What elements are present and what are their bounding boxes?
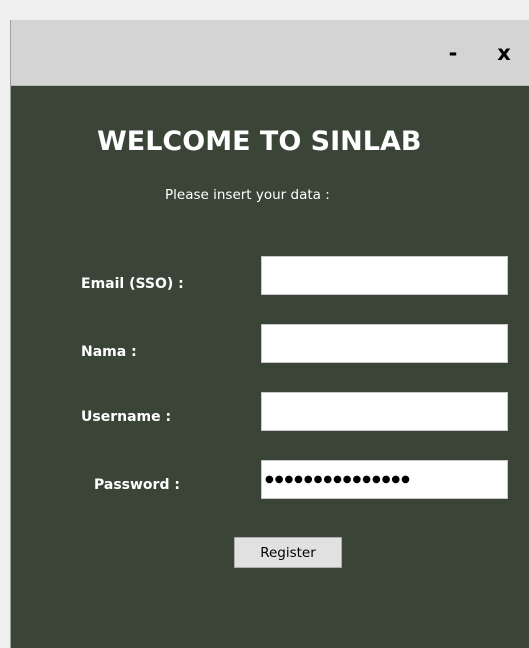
title-bar[interactable]: - x bbox=[11, 20, 529, 86]
nama-field[interactable] bbox=[261, 324, 508, 363]
nama-label: Nama : bbox=[81, 344, 137, 360]
username-field[interactable] bbox=[261, 392, 508, 431]
email-label: Email (SSO) : bbox=[81, 276, 184, 292]
minimize-button[interactable]: - bbox=[438, 38, 468, 68]
registration-panel: WELCOME TO SINLAB Please insert your dat… bbox=[11, 86, 529, 648]
password-label: Password : bbox=[94, 477, 180, 493]
page-title: WELCOME TO SINLAB bbox=[97, 126, 422, 157]
app-window: - x WELCOME TO SINLAB Please insert your… bbox=[10, 20, 529, 648]
close-button[interactable]: x bbox=[489, 38, 519, 68]
email-field[interactable] bbox=[261, 256, 508, 295]
register-button[interactable]: Register bbox=[234, 537, 342, 568]
username-label: Username : bbox=[81, 409, 172, 425]
subtitle: Please insert your data : bbox=[165, 187, 330, 203]
password-field[interactable] bbox=[261, 460, 508, 499]
